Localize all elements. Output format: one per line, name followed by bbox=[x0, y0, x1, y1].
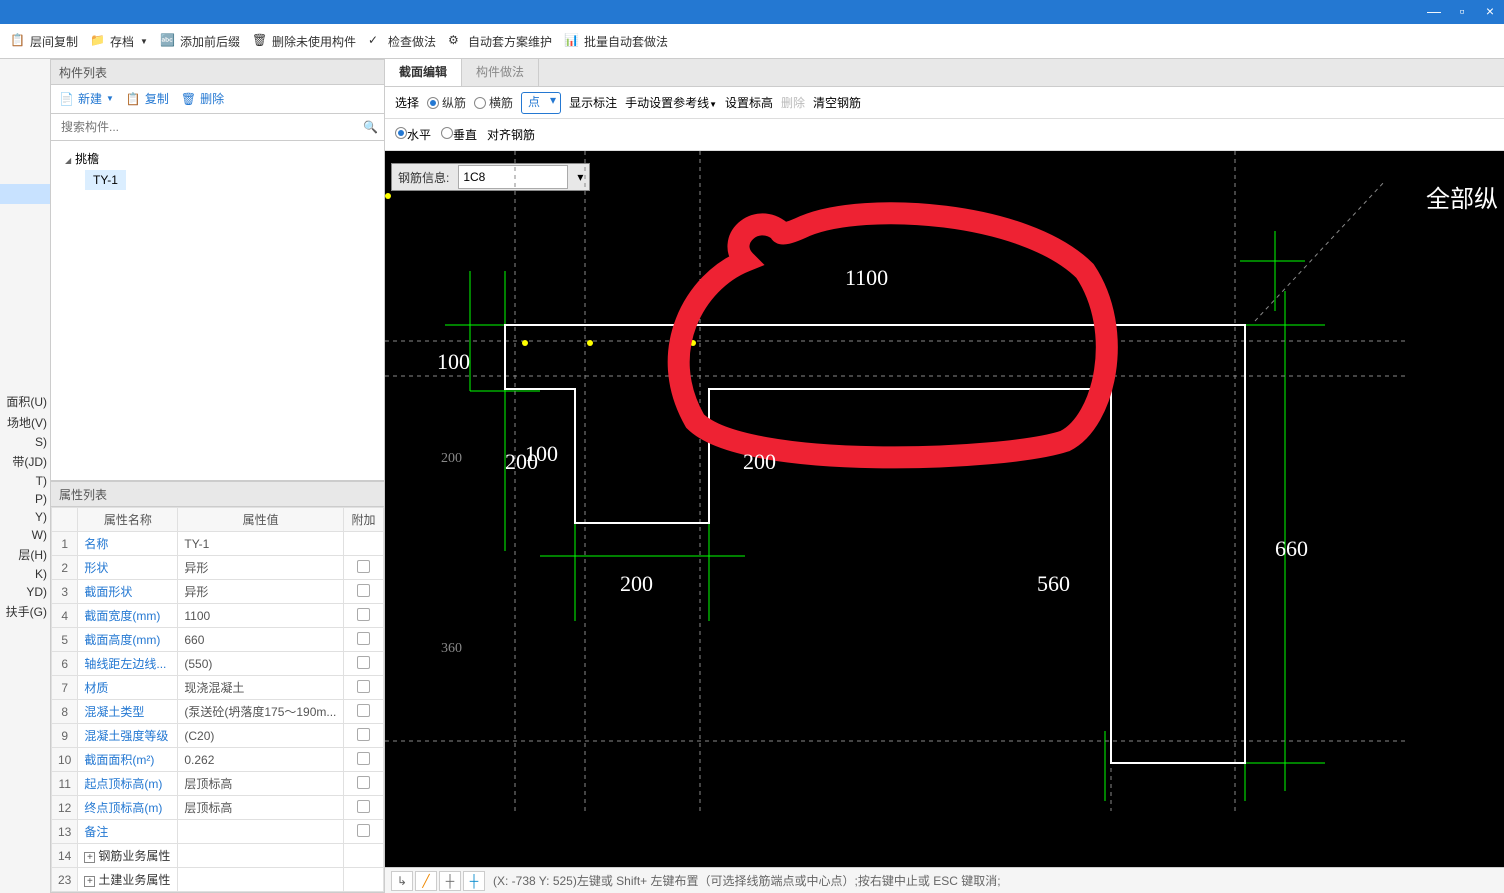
component-panel-title: 构件列表 bbox=[50, 59, 385, 85]
prefix-icon: 🔤 bbox=[160, 33, 176, 49]
property-row[interactable]: 4截面宽度(mm)1100 bbox=[52, 604, 384, 628]
tree-parent-item[interactable]: 挑檐 bbox=[57, 147, 378, 170]
delete-button: 删除 bbox=[781, 94, 805, 111]
dim-200-small: 200 bbox=[441, 451, 462, 467]
delete-component-button[interactable]: 🗑删除 bbox=[181, 90, 224, 107]
property-row[interactable]: 12终点顶标高(m)层顶标高 bbox=[52, 796, 384, 820]
property-row[interactable]: 8混凝土类型(泵送砼(坍落度175～190m... bbox=[52, 700, 384, 724]
property-checkbox[interactable] bbox=[357, 824, 370, 837]
tab-section-edit[interactable]: 截面编辑 bbox=[385, 59, 462, 86]
property-checkbox[interactable] bbox=[357, 728, 370, 741]
set-level-button[interactable]: 设置标高 bbox=[725, 94, 773, 111]
property-checkbox[interactable] bbox=[357, 800, 370, 813]
new-component-button[interactable]: 📄新建▼ bbox=[59, 90, 114, 107]
show-dim-button[interactable]: 显示标注 bbox=[569, 94, 617, 111]
tb-auto-scheme[interactable]: ⚙自动套方案维护 bbox=[448, 33, 552, 50]
minimize-button[interactable]: ― bbox=[1420, 0, 1448, 24]
property-row[interactable]: 7材质现浇混凝土 bbox=[52, 676, 384, 700]
point-dropdown[interactable]: 点 bbox=[521, 92, 561, 114]
property-row[interactable]: 6轴线距左边线...(550) bbox=[52, 652, 384, 676]
property-checkbox[interactable] bbox=[357, 608, 370, 621]
tb-check[interactable]: ✓检查做法 bbox=[368, 33, 436, 50]
property-checkbox[interactable] bbox=[357, 656, 370, 669]
tb-delete-unused[interactable]: 🗑删除未使用构件 bbox=[252, 33, 356, 50]
tb-layer-copy[interactable]: 📋层间复制 bbox=[10, 33, 78, 50]
corner-label: 全部纵 bbox=[1426, 179, 1498, 214]
drawing-canvas[interactable]: 钢筋信息: ▾ 全部纵 bbox=[385, 151, 1504, 867]
delete-icon: 🗑 bbox=[252, 33, 268, 49]
property-row[interactable]: 11起点顶标高(m)层顶标高 bbox=[52, 772, 384, 796]
trash-icon: 🗑 bbox=[181, 92, 196, 106]
vert-rebar-radio[interactable]: 纵筋 bbox=[427, 94, 466, 111]
dim-660: 660 bbox=[1275, 536, 1308, 562]
property-row[interactable]: 9混凝土强度等级(C20) bbox=[52, 724, 384, 748]
horz-rebar-radio[interactable]: 横筋 bbox=[474, 94, 513, 111]
scheme-icon: ⚙ bbox=[448, 33, 464, 49]
property-table: 属性名称 属性值 附加 1名称TY-12形状异形3截面形状异形4截面宽度(mm)… bbox=[50, 507, 385, 893]
property-panel-title: 属性列表 bbox=[50, 481, 385, 507]
left-nav-strip: 面积(U)场地(V)S)带(JD)T)P)Y)W)层(H)K)YD)扶手(G) bbox=[0, 59, 50, 893]
property-checkbox[interactable] bbox=[357, 752, 370, 765]
property-checkbox[interactable] bbox=[357, 560, 370, 573]
component-search-input[interactable] bbox=[57, 116, 363, 138]
property-row[interactable]: 5截面高度(mm)660 bbox=[52, 628, 384, 652]
status-btn-2[interactable]: ╱ bbox=[415, 871, 437, 891]
status-btn-4[interactable]: ┼ bbox=[463, 871, 485, 891]
tree-child-item[interactable]: TY-1 bbox=[85, 170, 126, 190]
new-icon: 📄 bbox=[59, 92, 74, 106]
property-row[interactable]: 3截面形状异形 bbox=[52, 580, 384, 604]
dim-200-b: 200 bbox=[743, 449, 776, 475]
set-ref-button[interactable]: 手动设置参考线▼ bbox=[625, 94, 717, 111]
property-checkbox[interactable] bbox=[357, 704, 370, 717]
status-btn-1[interactable]: ↳ bbox=[391, 871, 413, 891]
tb-batch-auto[interactable]: 📊批量自动套做法 bbox=[564, 33, 668, 50]
copy-icon: 📋 bbox=[10, 33, 26, 49]
dim-1100: 1100 bbox=[845, 265, 888, 291]
property-checkbox[interactable] bbox=[357, 680, 370, 693]
align-rebar-button[interactable]: 对齐钢筋 bbox=[487, 126, 535, 143]
main-toolbar: 📋层间复制 📁存档▼ 🔤添加前后缀 🗑删除未使用构件 ✓检查做法 ⚙自动套方案维… bbox=[0, 24, 1504, 59]
dim-200-c: 200 bbox=[620, 571, 653, 597]
tab-component-method[interactable]: 构件做法 bbox=[462, 59, 539, 86]
property-row[interactable]: 23+土建业务属性 bbox=[52, 868, 384, 892]
batch-icon: 📊 bbox=[564, 33, 580, 49]
clear-rebar-button[interactable]: 清空钢筋 bbox=[813, 94, 861, 111]
tb-add-prefix[interactable]: 🔤添加前后缀 bbox=[160, 33, 240, 50]
copy-component-button[interactable]: 📋复制 bbox=[126, 90, 169, 107]
select-label[interactable]: 选择 bbox=[395, 94, 419, 111]
search-icon[interactable]: 🔍 bbox=[363, 120, 378, 134]
property-row[interactable]: 13备注 bbox=[52, 820, 384, 844]
dim-100-left: 100 bbox=[437, 349, 470, 375]
dim-360-small: 360 bbox=[441, 641, 462, 657]
status-bar: ↳ ╱ ┼ ┼ (X: -738 Y: 525)左键或 Shift+ 左键布置（… bbox=[385, 867, 1504, 893]
property-checkbox[interactable] bbox=[357, 632, 370, 645]
tb-archive[interactable]: 📁存档▼ bbox=[90, 33, 148, 50]
check-icon: ✓ bbox=[368, 33, 384, 49]
property-row[interactable]: 14+钢筋业务属性 bbox=[52, 844, 384, 868]
vertical-radio[interactable]: 垂直 bbox=[441, 126, 477, 143]
close-button[interactable]: × bbox=[1476, 0, 1504, 24]
property-row[interactable]: 1名称TY-1 bbox=[52, 532, 384, 556]
property-row[interactable]: 10截面面积(m²)0.262 bbox=[52, 748, 384, 772]
status-btn-3[interactable]: ┼ bbox=[439, 871, 461, 891]
horizontal-radio[interactable]: 水平 bbox=[395, 126, 431, 143]
dim-560: 560 bbox=[1037, 571, 1070, 597]
dim-100-b: 100 bbox=[525, 441, 558, 467]
property-checkbox[interactable] bbox=[357, 776, 370, 789]
title-bar: ― ▫ × bbox=[0, 0, 1504, 24]
property-checkbox[interactable] bbox=[357, 584, 370, 597]
property-row[interactable]: 2形状异形 bbox=[52, 556, 384, 580]
maximize-button[interactable]: ▫ bbox=[1448, 0, 1476, 24]
copy-icon: 📋 bbox=[126, 92, 141, 106]
status-coords: (X: -738 Y: 525)左键或 Shift+ 左键布置（可选择线筋端点或… bbox=[493, 872, 1001, 889]
archive-icon: 📁 bbox=[90, 33, 106, 49]
